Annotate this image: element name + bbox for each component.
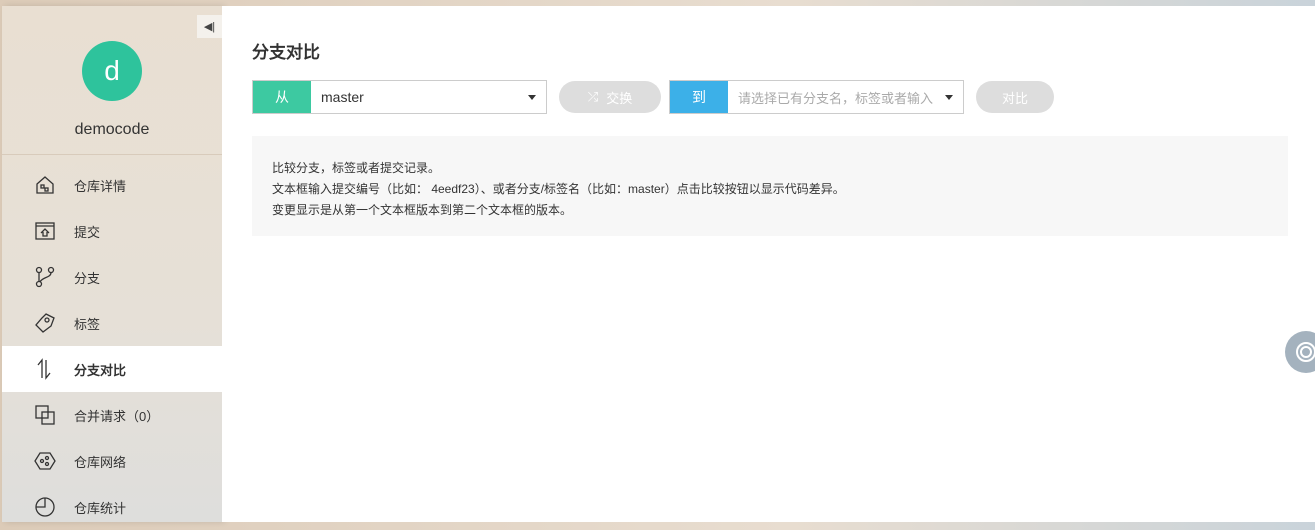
collapse-sidebar-button[interactable]: ◀| xyxy=(197,15,222,38)
info-line: 变更显示是从第一个文本框版本到第二个文本框的版本。 xyxy=(272,203,573,217)
divider xyxy=(2,154,222,155)
network-icon xyxy=(34,452,56,470)
sidebar-item-network[interactable]: 仓库网络 xyxy=(2,438,222,484)
sidebar-item-merge-requests[interactable]: 合并请求（0） xyxy=(2,392,222,438)
commit-icon xyxy=(35,222,55,240)
pie-icon xyxy=(35,497,55,517)
sidebar-item-label: 标签 xyxy=(74,316,101,332)
sidebar-item-tags[interactable]: 标签 xyxy=(2,300,222,346)
chevron-down-icon xyxy=(945,95,953,104)
repo-name: democode xyxy=(74,121,150,138)
merge-icon xyxy=(35,405,55,425)
from-branch-select[interactable]: 从 master xyxy=(252,80,547,114)
sidebar-item-branches[interactable]: 分支 xyxy=(2,254,222,300)
sidebar-item-label: 仓库详情 xyxy=(74,178,127,194)
avatar: d xyxy=(82,41,142,101)
sidebar-item-label: 合并请求（0） xyxy=(74,408,160,424)
sidebar-item-label: 分支对比 xyxy=(74,362,127,378)
info-line: 文本框输入提交编号（比如： 4eedf23）、或者分支/标签名（比如：maste… xyxy=(272,182,845,196)
sidebar-item-label: 分支 xyxy=(74,270,101,286)
sidebar: ◀| d democode 仓库详情 提交 分支 标签 分支对比 合并请求（0）… xyxy=(2,6,222,522)
headset-icon xyxy=(1296,342,1315,362)
swap-button[interactable]: ⤮ 交换 xyxy=(559,81,661,113)
sidebar-item-repo-details[interactable]: 仓库详情 xyxy=(2,162,222,208)
page-title: 分支对比 xyxy=(252,43,320,62)
compare-button[interactable]: 对比 xyxy=(976,81,1054,113)
chevron-down-icon xyxy=(528,95,536,104)
tag-icon xyxy=(35,313,55,333)
from-value[interactable]: master xyxy=(311,81,546,113)
sidebar-item-stats[interactable]: 仓库统计 xyxy=(2,484,222,530)
main-content: 分支对比 从 master ⤮ 交换 到 请选择已有分支名，标签或者输入 对比 比… xyxy=(222,6,1315,522)
house-icon xyxy=(36,176,54,194)
from-value-text: master xyxy=(321,89,364,105)
to-input[interactable]: 请选择已有分支名，标签或者输入 xyxy=(728,81,963,113)
customer-service-button[interactable] xyxy=(1285,331,1315,373)
to-branch-select[interactable]: 到 请选择已有分支名，标签或者输入 xyxy=(669,80,964,114)
swap-label: 交换 xyxy=(606,90,633,106)
info-line: 比较分支，标签或者提交记录。 xyxy=(272,161,441,175)
sidebar-item-branch-compare[interactable]: 分支对比 xyxy=(2,346,222,392)
compare-icon xyxy=(37,358,51,380)
sidebar-nav: 仓库详情 提交 分支 标签 分支对比 合并请求（0） 仓库网络 仓库统计 xyxy=(2,162,222,530)
to-label: 到 xyxy=(670,81,728,113)
sidebar-item-label: 仓库统计 xyxy=(74,500,127,516)
sidebar-item-label: 提交 xyxy=(74,224,101,240)
to-placeholder: 请选择已有分支名，标签或者输入 xyxy=(738,90,934,106)
info-panel: 比较分支，标签或者提交记录。 文本框输入提交编号（比如： 4eedf23）、或者… xyxy=(252,136,1288,236)
branch-icon xyxy=(35,266,55,288)
sidebar-item-commits[interactable]: 提交 xyxy=(2,208,222,254)
sidebar-item-label: 仓库网络 xyxy=(74,454,127,470)
compare-toolbar: 从 master ⤮ 交换 到 请选择已有分支名，标签或者输入 对比 xyxy=(252,80,1054,114)
shuffle-icon: ⤮ xyxy=(587,89,599,104)
from-label: 从 xyxy=(253,81,311,113)
